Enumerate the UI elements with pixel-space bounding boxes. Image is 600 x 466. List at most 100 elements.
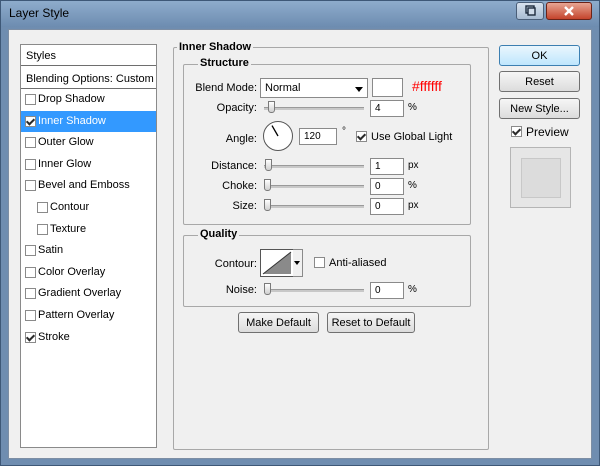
reset-to-default-button[interactable]: Reset to Default — [327, 312, 415, 333]
preview-label: Preview — [526, 125, 569, 139]
distance-input[interactable]: 1 — [370, 158, 404, 175]
styles-header[interactable]: Styles — [21, 45, 156, 66]
slider-thumb[interactable] — [265, 159, 272, 171]
style-item-checkbox[interactable] — [25, 137, 36, 149]
style-item-outer-glow[interactable]: Outer Glow — [21, 132, 156, 153]
style-item-checkbox[interactable] — [37, 202, 48, 213]
slider-thumb[interactable] — [264, 283, 271, 295]
slider-track — [264, 107, 364, 110]
style-item-checkbox[interactable] — [25, 94, 36, 105]
style-item-checkbox[interactable] — [25, 288, 36, 300]
make-default-button[interactable]: Make Default — [238, 312, 319, 333]
new-style-button[interactable]: New Style... — [499, 98, 580, 119]
noise-slider[interactable] — [264, 283, 364, 295]
choke-slider[interactable] — [264, 179, 364, 191]
size-slider[interactable] — [264, 199, 364, 211]
style-item-label: Contour — [50, 201, 90, 213]
preview-checkbox[interactable] — [511, 126, 522, 137]
style-item-bevel-and-emboss[interactable]: Bevel and Emboss — [21, 175, 156, 196]
quality-title: Quality — [198, 228, 240, 240]
style-item-checkbox[interactable] — [25, 180, 36, 192]
angle-input[interactable]: 120 — [299, 128, 337, 145]
chevron-down-icon — [355, 87, 363, 92]
style-item-checkbox[interactable] — [25, 245, 36, 257]
contour-dropdown-button[interactable] — [293, 249, 303, 277]
size-input[interactable]: 0 — [370, 198, 404, 215]
style-item-inner-shadow[interactable]: Inner Shadow — [21, 110, 156, 132]
restore-icon — [525, 5, 536, 16]
style-item-contour[interactable]: Contour — [21, 197, 156, 218]
slider-track — [264, 205, 364, 208]
styles-list: Styles Blending Options: Custom Drop Sha… — [20, 44, 157, 448]
style-item-checkbox[interactable] — [25, 310, 36, 321]
slider-thumb[interactable] — [268, 101, 275, 113]
noise-label: Noise: — [225, 284, 257, 296]
blend-mode-value: Normal — [265, 82, 301, 94]
choke-unit: % — [408, 180, 417, 191]
style-item-inner-glow[interactable]: Inner Glow — [21, 154, 156, 175]
noise-input[interactable]: 0 — [370, 282, 404, 299]
contour-label: Contour: — [214, 258, 257, 270]
slider-thumb[interactable] — [264, 199, 271, 211]
shadow-color-swatch[interactable] — [372, 78, 403, 97]
angle-label: Angle: — [225, 133, 257, 145]
style-item-checkbox[interactable] — [25, 115, 36, 127]
restore-button[interactable] — [516, 2, 544, 20]
close-button[interactable] — [546, 2, 592, 20]
style-item-label: Satin — [38, 244, 64, 257]
slider-track — [264, 185, 364, 188]
style-item-checkbox[interactable] — [25, 158, 36, 170]
style-item-label: Stroke — [38, 330, 70, 343]
dialog-body: Styles Blending Options: Custom Drop Sha… — [8, 29, 592, 459]
style-item-texture[interactable]: Texture — [21, 219, 156, 240]
quality-group — [183, 235, 471, 307]
style-item-stroke[interactable]: Stroke — [21, 327, 156, 348]
size-label: Size: — [232, 200, 257, 212]
preview-swatch — [521, 158, 561, 198]
style-item-checkbox[interactable] — [25, 266, 36, 278]
contour-picker[interactable] — [260, 249, 294, 277]
distance-unit: px — [408, 160, 419, 171]
distance-slider[interactable] — [264, 159, 364, 171]
style-item-gradient-overlay[interactable]: Gradient Overlay — [21, 283, 156, 304]
style-item-pattern-overlay[interactable]: Pattern Overlay — [21, 305, 156, 326]
anti-aliased-checkbox[interactable] — [314, 257, 325, 268]
style-item-color-overlay[interactable]: Color Overlay — [21, 262, 156, 283]
color-hex-text: #ffffff — [412, 78, 442, 94]
layer-style-window: Layer Style Styles Blending Options: Cus… — [0, 0, 600, 466]
blending-options-item[interactable]: Blending Options: Custom — [21, 68, 156, 89]
slider-thumb[interactable] — [264, 179, 271, 191]
choke-input[interactable]: 0 — [370, 178, 404, 195]
structure-title: Structure — [198, 57, 251, 69]
size-unit: px — [408, 200, 419, 211]
distance-label: Distance: — [211, 160, 257, 172]
style-item-label: Inner Shadow — [38, 114, 106, 127]
use-global-light-checkbox[interactable] — [356, 131, 367, 142]
style-item-drop-shadow[interactable]: Drop Shadow — [21, 89, 156, 110]
contour-curve-icon — [262, 251, 292, 275]
title-bar[interactable]: Layer Style — [1, 1, 599, 27]
window-title: Layer Style — [9, 6, 70, 20]
angle-dial[interactable] — [263, 121, 293, 151]
anti-aliased-label: Anti-aliased — [329, 257, 387, 269]
choke-label: Choke: — [222, 180, 257, 192]
blend-mode-select[interactable]: Normal — [260, 78, 368, 98]
style-item-checkbox[interactable] — [37, 223, 48, 235]
style-item-satin[interactable]: Satin — [21, 240, 156, 261]
ok-button[interactable]: OK — [499, 45, 580, 66]
inner-shadow-title: Inner Shadow — [177, 41, 254, 53]
close-icon — [564, 6, 574, 16]
style-item-label: Inner Glow — [38, 157, 92, 170]
style-item-label: Gradient Overlay — [38, 287, 122, 300]
opacity-input[interactable]: 4 — [370, 100, 404, 117]
style-item-label: Drop Shadow — [38, 93, 105, 105]
reset-button[interactable]: Reset — [499, 71, 580, 92]
noise-unit: % — [408, 284, 417, 295]
opacity-label: Opacity: — [216, 102, 257, 114]
opacity-slider[interactable] — [264, 101, 364, 113]
style-item-label: Outer Glow — [38, 136, 94, 149]
style-item-checkbox[interactable] — [25, 331, 36, 343]
style-item-label: Bevel and Emboss — [38, 179, 130, 192]
angle-needle-icon — [271, 125, 279, 137]
style-item-label: Pattern Overlay — [38, 309, 115, 321]
